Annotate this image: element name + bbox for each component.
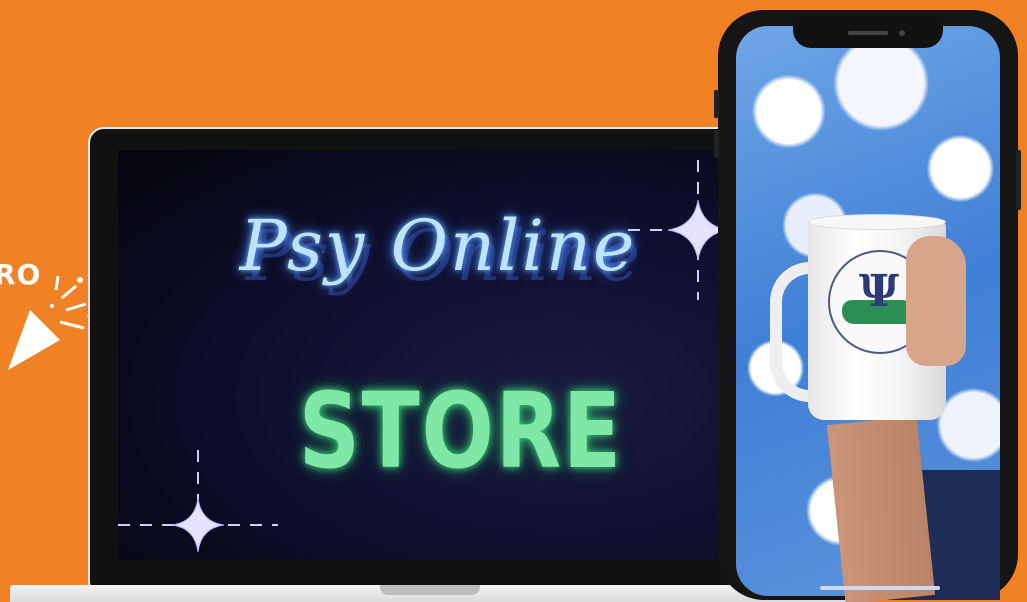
- mug-rim: [808, 214, 946, 230]
- neon-script-title: Psy Online: [239, 205, 637, 287]
- laptop-screen: Psy Online STORE: [118, 150, 754, 560]
- phone-home-indicator: [820, 586, 940, 590]
- psi-logo-icon: Ψ: [858, 266, 900, 317]
- promo-badge: RO: [0, 240, 100, 380]
- phone-camera: [899, 30, 905, 36]
- neon-store-title: STORE: [298, 370, 623, 492]
- phone-power-button: [1016, 150, 1021, 210]
- hand: [906, 236, 966, 366]
- phone-volume-button: [714, 130, 719, 158]
- party-popper-icon: [8, 275, 93, 370]
- phone-speaker: [848, 31, 888, 35]
- phone-volume-button: [714, 90, 719, 118]
- laptop-notch: [380, 585, 480, 595]
- arm: [826, 415, 936, 602]
- sparkle-icon: [118, 450, 278, 560]
